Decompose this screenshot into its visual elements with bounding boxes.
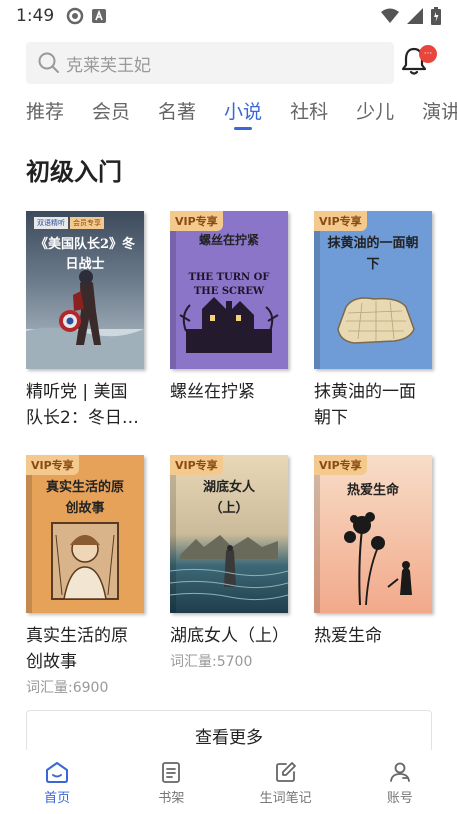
- cover-title: 螺丝在拧紧: [198, 233, 259, 247]
- cover-tags: 双语精听 会员专享: [34, 217, 104, 229]
- book-card[interactable]: VIP专享 螺丝在拧紧 THE TURN OF THE SCREW 螺丝在拧紧: [170, 211, 288, 405]
- bottom-nav: 首页 书架 生词笔记 账号: [0, 750, 457, 814]
- tab-novel[interactable]: 小说: [224, 96, 262, 130]
- search-input[interactable]: 克莱芙王妃: [26, 42, 394, 84]
- vip-badge: VIP专享: [314, 211, 367, 231]
- book-cover: 双语精听 会员专享 《美国队长2》冬日战士: [26, 211, 144, 369]
- cover-title: 真实生活的原创故事: [45, 480, 124, 516]
- tab-classics[interactable]: 名著: [158, 96, 196, 130]
- book-title: 热爱生命: [314, 626, 382, 646]
- nav-vocab-notes-label: 生词笔记: [259, 791, 312, 806]
- cover-title: 热爱生命: [346, 483, 399, 498]
- vocabulary-count: 词汇量:5700: [170, 654, 253, 670]
- status-icons-right: [381, 7, 441, 25]
- book-cover: VIP专享 真实生活的原创故事: [26, 455, 144, 613]
- nav-account[interactable]: 账号: [343, 750, 457, 814]
- book-card[interactable]: VIP专享 湖底女人（上） 湖底女人（上） 词汇量:5700: [170, 455, 289, 671]
- book-card[interactable]: 双语精听 会员专享 《美国队长2》冬日战士 精听党 | 美国队长2：冬日…: [26, 211, 144, 431]
- vip-badge: VIP专享: [170, 211, 223, 231]
- tab-member[interactable]: 会员: [92, 96, 130, 130]
- book-card[interactable]: VIP专享 抹黄油的一面朝下 抹黄油的一面朝下: [314, 211, 432, 431]
- tab-recommend[interactable]: 推荐: [26, 96, 64, 130]
- category-tabs: 推荐 会员 名著 小说 社科 少儿 演讲: [26, 96, 457, 136]
- home-icon: [46, 762, 69, 783]
- nav-home[interactable]: 首页: [0, 750, 114, 814]
- book-card[interactable]: VIP专享 热爱生命 热爱生命: [314, 455, 432, 649]
- signal-icon: [407, 8, 423, 24]
- tab-social-science[interactable]: 社科: [290, 96, 328, 130]
- book-title: 螺丝在拧紧: [170, 382, 255, 402]
- book-cover: VIP专享 湖底女人（上）: [170, 455, 288, 613]
- book-title: 湖底女人（上）: [170, 626, 289, 646]
- cover-subtitle: THE TURN OF THE SCREW: [188, 272, 270, 297]
- book-title: 真实生活的原创故事: [26, 626, 128, 672]
- nav-bookshelf[interactable]: 书架: [114, 750, 228, 814]
- account-icon: [389, 762, 410, 782]
- bookshelf-icon: [162, 762, 181, 783]
- book-cover: VIP专享 热爱生命: [314, 455, 432, 613]
- battery-icon: [431, 7, 441, 25]
- vocabulary-count: 词汇量:6900: [26, 680, 109, 696]
- notification-button[interactable]: ···: [401, 45, 437, 80]
- sync-status-icon: [66, 7, 84, 25]
- book-cover: VIP专享 螺丝在拧紧 THE TURN OF THE SCREW: [170, 211, 288, 369]
- cover-title: 湖底女人（上）: [202, 480, 255, 516]
- book-card[interactable]: VIP专享 真实生活的原创故事 真实生活的原创故事 词汇量:6900: [26, 455, 144, 697]
- status-bar: 1:49: [0, 0, 457, 32]
- vip-badge: VIP专享: [26, 455, 79, 475]
- book-cover: VIP专享 抹黄油的一面朝下: [314, 211, 432, 369]
- cover-tag: 双语精听: [34, 217, 68, 229]
- status-icons-left: [66, 7, 107, 25]
- search-placeholder: 克莱芙王妃: [66, 55, 151, 76]
- cover-title: 《美国队长2》冬日战士: [34, 237, 136, 272]
- nav-vocab-notes[interactable]: 生词笔记: [229, 750, 343, 814]
- notes-icon: [275, 762, 296, 782]
- book-title: 精听党 | 美国队长2：冬日…: [26, 382, 139, 428]
- wifi-icon: [381, 8, 399, 23]
- app-notification-icon: [92, 9, 107, 23]
- notification-badge: ···: [419, 45, 437, 63]
- cover-tag: 会员专享: [70, 217, 104, 229]
- search-row: 克莱芙王妃 ···: [26, 42, 439, 84]
- cover-title: 抹黄油的一面朝下: [327, 236, 419, 272]
- tab-children[interactable]: 少儿: [356, 96, 394, 130]
- search-icon: [38, 52, 59, 73]
- nav-account-label: 账号: [386, 791, 413, 806]
- nav-bookshelf-label: 书架: [158, 791, 185, 806]
- section-title: 初级入门: [26, 158, 122, 186]
- nav-home-label: 首页: [44, 791, 71, 806]
- vip-badge: VIP专享: [314, 455, 367, 475]
- vip-badge: VIP专享: [170, 455, 223, 475]
- tab-speech[interactable]: 演讲: [422, 96, 457, 130]
- status-time: 1:49: [16, 6, 55, 26]
- book-title: 抹黄油的一面朝下: [314, 382, 416, 428]
